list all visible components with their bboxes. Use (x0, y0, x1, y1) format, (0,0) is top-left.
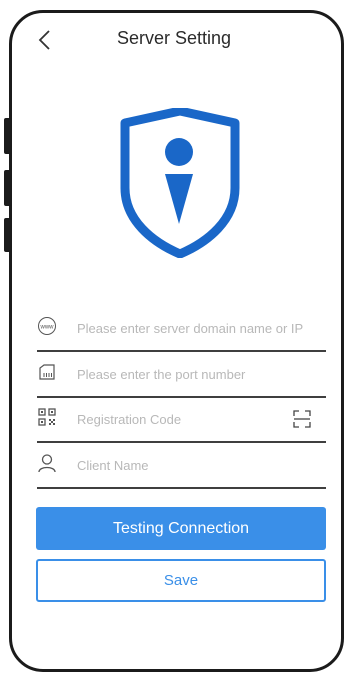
port-field (37, 352, 326, 398)
qr-code-icon (38, 408, 56, 426)
shield-logo-icon (120, 108, 240, 258)
save-button[interactable]: Save (36, 559, 326, 602)
client-name-field (37, 443, 326, 489)
svg-text:www: www (40, 325, 55, 331)
user-icon (38, 454, 56, 473)
phone-side-button (4, 170, 11, 206)
www-globe-icon: www (38, 317, 56, 335)
testing-connection-button[interactable]: Testing Connection (36, 507, 326, 550)
phone-side-button (4, 218, 11, 252)
scan-icon[interactable] (292, 409, 312, 429)
registration-code-input[interactable] (77, 397, 307, 441)
server-address-input[interactable] (77, 306, 307, 350)
phone-side-button (4, 118, 11, 154)
server-address-field: www (37, 306, 326, 352)
port-icon (39, 364, 55, 380)
page-title: Server Setting (116, 28, 232, 48)
client-name-input[interactable] (77, 443, 307, 487)
registration-code-field (37, 397, 326, 443)
port-input[interactable] (77, 352, 307, 396)
